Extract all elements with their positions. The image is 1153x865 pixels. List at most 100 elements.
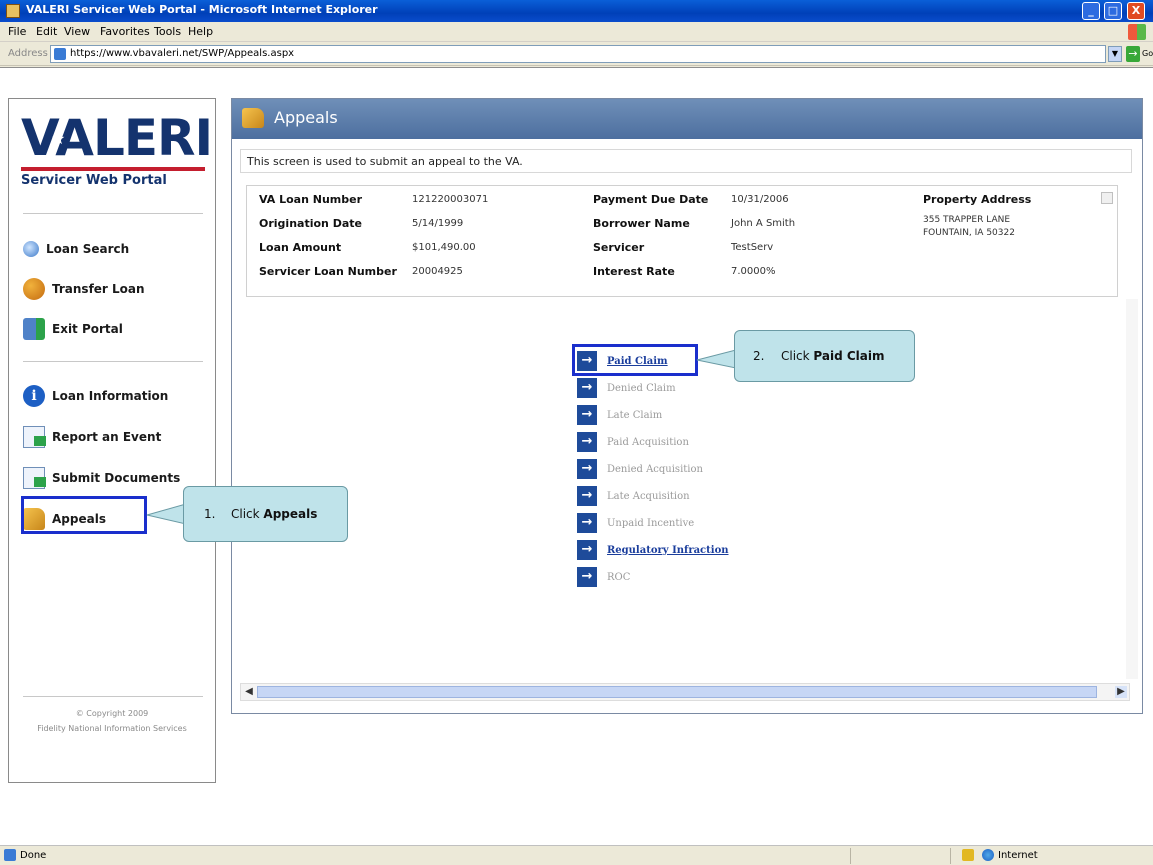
menu-bar: File Edit View Favorites Tools Help: [0, 22, 1153, 42]
page-status-icon: [4, 849, 16, 861]
sidebar-divider: [23, 696, 203, 697]
callout-1-number: 1.: [204, 507, 216, 521]
info-icon: i: [23, 385, 45, 407]
regulatory-infraction-link[interactable]: Regulatory Infraction: [607, 545, 729, 556]
minimize-button[interactable]: _: [1082, 2, 1100, 20]
lock-icon: [962, 849, 974, 861]
callout-2-text: Click Paid Claim: [781, 349, 885, 363]
callout-step-2: 2. Click Paid Claim: [734, 330, 915, 382]
menu-favorites[interactable]: Favorites: [100, 25, 150, 38]
va-loan-number-label: VA Loan Number: [259, 193, 363, 206]
loan-info-box: VA Loan Number 121220003071 Origination …: [246, 185, 1118, 297]
scroll-left-icon[interactable]: ◀: [243, 686, 255, 698]
appeals-panel: Appeals This screen is used to submit an…: [231, 98, 1143, 714]
address-url[interactable]: https://www.vbavaleri.net/SWP/Appeals.as…: [70, 48, 294, 59]
borrower-name-value: John A Smith: [731, 218, 796, 229]
arrow-right-icon: →: [577, 432, 597, 452]
unpaid-incentive-label: Unpaid Incentive: [607, 517, 695, 529]
servicer-loan-number-label: Servicer Loan Number: [259, 265, 397, 278]
action-regulatory-infraction[interactable]: → Regulatory Infraction: [577, 540, 729, 560]
address-input[interactable]: https://www.vbavaleri.net/SWP/Appeals.as…: [50, 45, 1106, 63]
address-label: Address: [8, 48, 48, 59]
callout-1-text: Click Appeals: [231, 507, 318, 521]
denied-claim-label: Denied Claim: [607, 382, 676, 394]
maximize-button[interactable]: □: [1104, 2, 1122, 20]
arrow-right-icon: →: [577, 405, 597, 425]
menu-tools[interactable]: Tools: [154, 25, 181, 38]
sidebar-item-report-an-event[interactable]: Report an Event: [23, 424, 161, 450]
globe-icon: [982, 849, 994, 861]
arrow-right-icon: →: [577, 513, 597, 533]
menu-view[interactable]: View: [64, 25, 90, 38]
va-loan-number-value: 121220003071: [412, 194, 489, 205]
late-acquisition-label: Late Acquisition: [607, 490, 690, 502]
panel-header: Appeals: [232, 99, 1142, 139]
vertical-scrollbar[interactable]: [1126, 299, 1138, 679]
sidebar-item-label: Exit Portal: [52, 322, 123, 336]
action-roc: → ROC: [577, 567, 630, 587]
sidebar-item-label: Transfer Loan: [52, 282, 145, 296]
paid-acquisition-label: Paid Acquisition: [607, 436, 689, 448]
status-text: Done: [20, 850, 47, 861]
interest-rate-value: 7.0000%: [731, 266, 776, 277]
sidebar-divider: [23, 361, 203, 362]
sidebar-item-label: Report an Event: [52, 430, 162, 444]
status-divider: [950, 848, 951, 864]
scroll-thumb[interactable]: [257, 686, 1097, 698]
copyright-line: © Copyright 2009: [75, 709, 149, 718]
address-dropdown-icon[interactable]: ▼: [1108, 46, 1122, 62]
sidebar-item-label: Loan Information: [52, 389, 169, 403]
sidebar-item-loan-search[interactable]: Loan Search: [23, 236, 129, 262]
property-address-label: Property Address: [923, 193, 1032, 206]
window-title: VALERI Servicer Web Portal - Microsoft I…: [26, 3, 378, 16]
callout-2-number: 2.: [753, 349, 765, 363]
appeals-hand-icon: [242, 108, 264, 128]
borrower-name-label: Borrower Name: [593, 217, 690, 230]
sidebar-item-loan-information[interactable]: i Loan Information: [23, 383, 168, 409]
roc-label: ROC: [607, 571, 631, 583]
browser-viewport: VALERI ★ Servicer Web Portal Loan Search…: [0, 67, 1153, 845]
action-paid-acquisition: → Paid Acquisition: [577, 432, 689, 452]
page-icon: [54, 48, 66, 60]
windows-logo-icon: [1128, 24, 1146, 40]
loan-amount-label: Loan Amount: [259, 241, 342, 254]
menu-edit[interactable]: Edit: [36, 25, 57, 38]
title-bar: VALERI Servicer Web Portal - Microsoft I…: [0, 0, 1153, 22]
action-late-claim: → Late Claim: [577, 405, 662, 425]
action-late-acquisition: → Late Acquisition: [577, 486, 690, 506]
go-arrow-icon[interactable]: →: [1126, 46, 1140, 62]
arrow-right-icon[interactable]: →: [577, 540, 597, 560]
close-button[interactable]: X: [1127, 2, 1145, 20]
callout-pointer: [146, 503, 186, 525]
origination-date-value: 5/14/1999: [412, 218, 464, 229]
status-divider: [850, 848, 851, 864]
sidebar-item-label: Loan Search: [46, 242, 130, 256]
scroll-right-icon[interactable]: ▶: [1115, 686, 1127, 698]
go-button[interactable]: Go: [1142, 49, 1153, 58]
menu-help[interactable]: Help: [188, 25, 213, 38]
horizontal-scrollbar[interactable]: ◀ ▶: [240, 683, 1130, 701]
sidebar-item-submit-documents[interactable]: Submit Documents: [23, 465, 180, 491]
sidebar: VALERI ★ Servicer Web Portal Loan Search…: [8, 98, 216, 783]
info-scroll-up-icon[interactable]: [1101, 192, 1113, 204]
interest-rate-label: Interest Rate: [593, 265, 675, 278]
late-claim-label: Late Claim: [607, 409, 663, 421]
arrow-right-icon: →: [577, 459, 597, 479]
callout-pointer: [696, 349, 736, 369]
logo-text: VALERI: [21, 109, 213, 167]
payment-due-date-value: 10/31/2006: [731, 194, 789, 205]
report-document-icon: [23, 426, 46, 448]
action-denied-claim: → Denied Claim: [577, 378, 676, 398]
servicer-loan-number-value: 20004925: [412, 266, 463, 277]
menu-file[interactable]: File: [8, 25, 26, 38]
arrow-right-icon: →: [577, 567, 597, 587]
property-address-line1: 355 TRAPPER LANE: [923, 215, 1011, 225]
sidebar-item-exit-portal[interactable]: Exit Portal: [23, 316, 123, 342]
ie-app-icon: [6, 4, 20, 18]
transfer-icon: [23, 278, 45, 300]
magnifier-icon: [23, 241, 39, 257]
servicer-value: TestServ: [731, 242, 774, 253]
copyright-company: Fidelity National Information Services: [37, 724, 187, 733]
sidebar-item-transfer-loan[interactable]: Transfer Loan: [23, 276, 145, 302]
callout-step-1: 1. Click Appeals: [183, 486, 348, 542]
